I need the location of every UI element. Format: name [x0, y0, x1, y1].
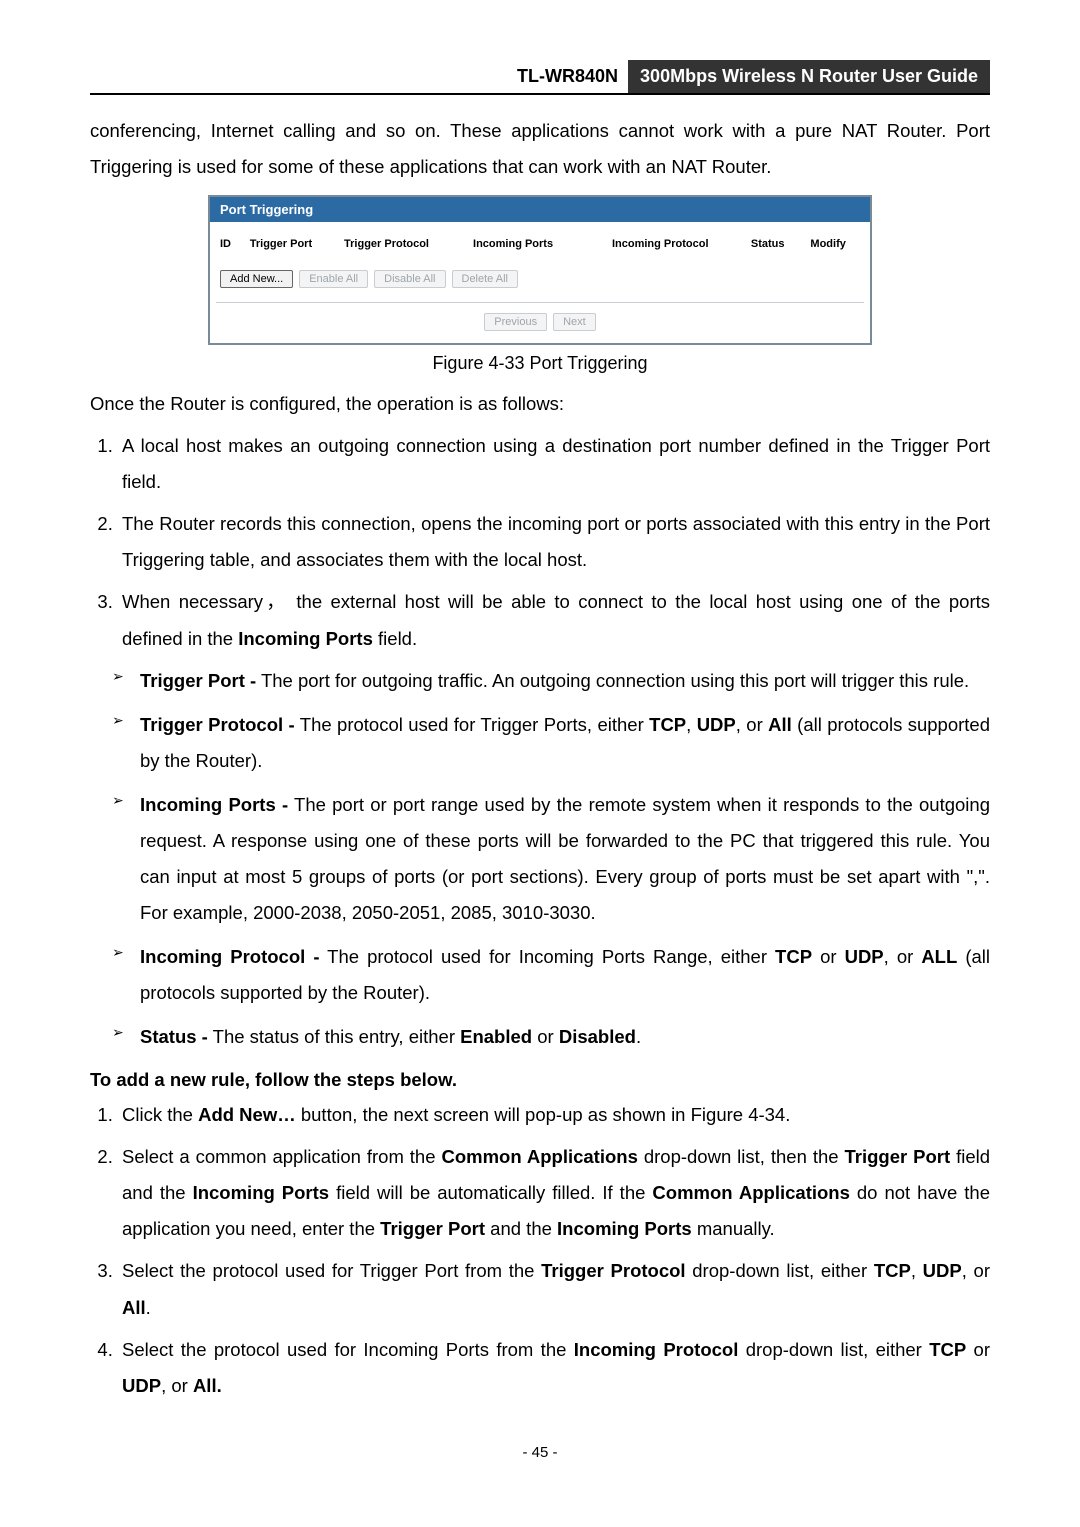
bullet-list: Trigger Port - The port for outgoing tra… [90, 663, 990, 1056]
enable-all-button[interactable]: Enable All [299, 270, 368, 288]
pager-row: Previous Next [210, 303, 870, 343]
col-trigger-port: Trigger Port [250, 238, 344, 250]
previous-button[interactable]: Previous [484, 313, 547, 331]
list-item: Click the Add New… button, the next scre… [118, 1097, 990, 1133]
col-incoming-ports: Incoming Ports [473, 238, 612, 250]
figure-caption: Figure 4-33 Port Triggering [90, 353, 990, 374]
disable-all-button[interactable]: Disable All [374, 270, 445, 288]
list-item: A local host makes an outgoing connectio… [118, 428, 990, 500]
list-item: Select the protocol used for Trigger Por… [118, 1253, 990, 1325]
list-item: Select the protocol used for Incoming Po… [118, 1332, 990, 1404]
col-id: ID [220, 238, 250, 250]
list-item: Select a common application from the Com… [118, 1139, 990, 1247]
table-header-row: ID Trigger Port Trigger Protocol Incomin… [210, 222, 870, 266]
next-button[interactable]: Next [553, 313, 596, 331]
port-triggering-screenshot: Port Triggering ID Trigger Port Trigger … [208, 195, 872, 345]
list-item: Incoming Protocol - The protocol used fo… [118, 939, 990, 1011]
list-item: Trigger Protocol - The protocol used for… [118, 707, 990, 779]
screenshot-title: Port Triggering [210, 197, 870, 222]
add-rule-heading: To add a new rule, follow the steps belo… [90, 1069, 990, 1091]
list-item: Status - The status of this entry, eithe… [118, 1019, 990, 1055]
add-rule-steps-list: Click the Add New… button, the next scre… [90, 1097, 990, 1404]
add-new-button[interactable]: Add New... [220, 270, 293, 288]
list-item: When necessary， the external host will b… [118, 584, 990, 656]
list-item: Incoming Ports - The port or port range … [118, 787, 990, 931]
once-intro: Once the Router is configured, the opera… [90, 386, 990, 422]
col-incoming-protocol: Incoming Protocol [612, 238, 751, 250]
page-header: TL-WR840N 300Mbps Wireless N Router User… [90, 60, 990, 95]
primary-steps-list: A local host makes an outgoing connectio… [90, 428, 990, 656]
document-page: TL-WR840N 300Mbps Wireless N Router User… [0, 0, 1080, 1501]
page-number: - 45 - [90, 1444, 990, 1461]
col-modify: Modify [810, 238, 860, 250]
list-item: The Router records this connection, open… [118, 506, 990, 578]
action-button-row: Add New... Enable All Disable All Delete… [210, 266, 870, 302]
guide-title: 300Mbps Wireless N Router User Guide [628, 60, 990, 93]
intro-paragraph: conferencing, Internet calling and so on… [90, 113, 990, 185]
figure-container: Port Triggering ID Trigger Port Trigger … [90, 195, 990, 345]
col-status: Status [751, 238, 811, 250]
list-item: Trigger Port - The port for outgoing tra… [118, 663, 990, 699]
delete-all-button[interactable]: Delete All [452, 270, 518, 288]
col-trigger-protocol: Trigger Protocol [344, 238, 473, 250]
model-label: TL-WR840N [517, 60, 628, 93]
